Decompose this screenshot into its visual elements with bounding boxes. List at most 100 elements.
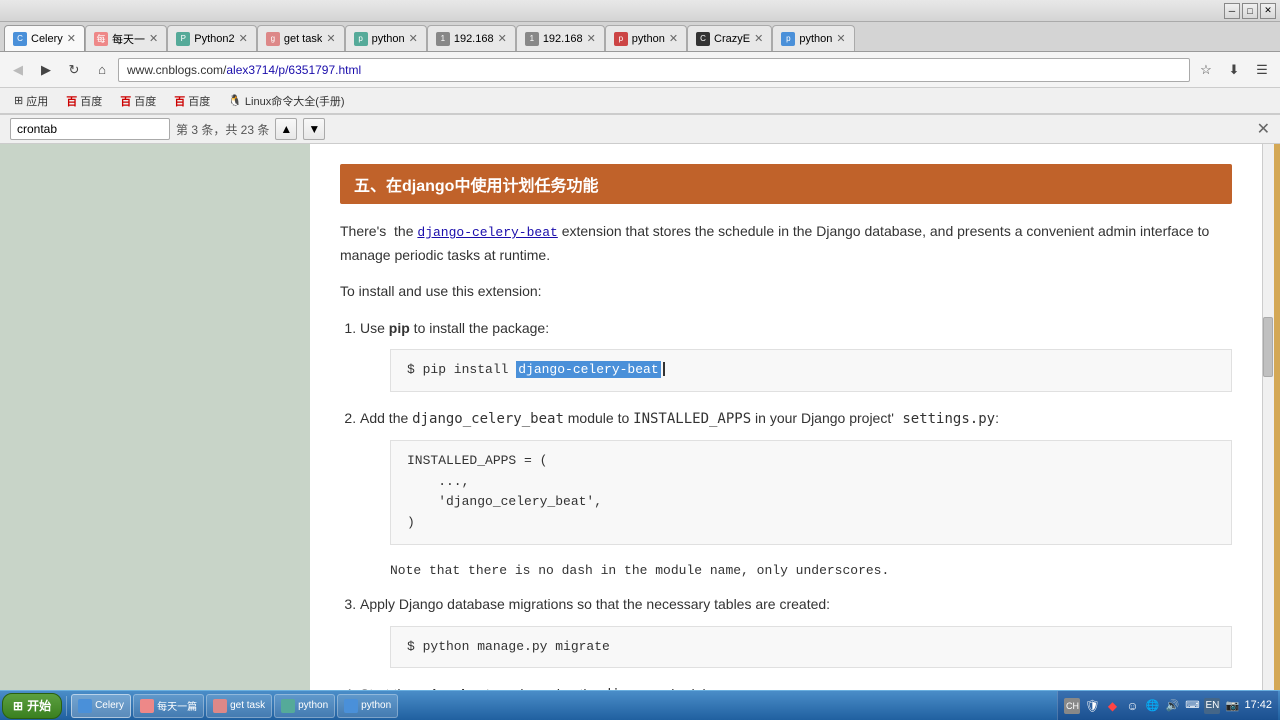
taskbar: ⊞ 开始 Celery 每天一篇 get task python python … bbox=[0, 690, 1280, 720]
bookmark-baidu2[interactable]: 百 百度 bbox=[112, 90, 164, 112]
tray-icon-camera[interactable]: 📷 bbox=[1224, 698, 1240, 714]
tab-meitianyi[interactable]: 每 每天一 ✕ bbox=[85, 25, 167, 51]
settings-button[interactable]: ☰ bbox=[1250, 58, 1274, 82]
install-text: To install and use this extension: bbox=[340, 283, 542, 299]
bookmark-baidu3[interactable]: 百 百度 bbox=[166, 90, 218, 112]
step2-settings-py: settings.py bbox=[894, 411, 995, 427]
tab-close-python3[interactable]: ✕ bbox=[409, 32, 418, 45]
tab-close-ip1[interactable]: ✕ bbox=[498, 32, 507, 45]
download-button[interactable]: ⬇ bbox=[1222, 58, 1246, 82]
tab-label-python3: python bbox=[372, 33, 405, 45]
step2-code-line1: INSTALLED_APPS = ( bbox=[407, 451, 1215, 472]
home-button[interactable]: ⌂ bbox=[90, 58, 114, 82]
maximize-button[interactable]: □ bbox=[1242, 3, 1258, 19]
step1-text-after: to install the package: bbox=[410, 320, 549, 336]
tab-bar: C Celery ✕ 每 每天一 ✕ P Python2 ✕ g get tas… bbox=[0, 22, 1280, 52]
tab-python3[interactable]: p python ✕ bbox=[345, 25, 427, 51]
bookmark-button[interactable]: ☆ bbox=[1194, 58, 1218, 82]
code-cursor bbox=[663, 362, 665, 376]
tab-label-python5: python bbox=[799, 33, 832, 45]
bookmark-apps-icon: ⊞ bbox=[14, 94, 23, 107]
tray-icon-security[interactable]: 🛡 bbox=[1084, 698, 1100, 714]
tab-close-celery[interactable]: ✕ bbox=[67, 32, 76, 45]
bookmark-apps[interactable]: ⊞ 应用 bbox=[6, 90, 56, 112]
tab-close-gettask[interactable]: ✕ bbox=[326, 32, 335, 45]
install-intro: To install and use this extension: bbox=[340, 280, 1232, 304]
tab-favicon-meitianyi: 每 bbox=[94, 32, 108, 46]
taskbar-label-python1: python bbox=[298, 700, 328, 711]
find-input[interactable] bbox=[10, 118, 170, 140]
tab-close-python2[interactable]: ✕ bbox=[239, 32, 248, 45]
address-bar[interactable]: www.cnblogs.com/alex3714/p/6351797.html bbox=[118, 58, 1190, 82]
word-that-step3: that bbox=[596, 596, 619, 612]
tab-close-crazye[interactable]: ✕ bbox=[754, 32, 763, 45]
step3-migrate-cmd: $ python manage.py migrate bbox=[407, 639, 610, 654]
tab-python5[interactable]: p python ✕ bbox=[772, 25, 854, 51]
tab-python2[interactable]: P Python2 ✕ bbox=[167, 25, 257, 51]
tray-icon-network[interactable]: 🌐 bbox=[1144, 698, 1160, 714]
taskbar-btn-python1[interactable]: python bbox=[274, 694, 335, 718]
tab-favicon-ip1: 1 bbox=[436, 32, 450, 46]
step2-text-end: : bbox=[995, 410, 999, 426]
tab-close-meitianyi[interactable]: ✕ bbox=[149, 32, 158, 45]
forward-button[interactable]: ▶ bbox=[34, 58, 58, 82]
tab-label-celery: Celery bbox=[31, 33, 63, 45]
taskbar-btn-celery[interactable]: Celery bbox=[71, 694, 131, 718]
tab-close-python5[interactable]: ✕ bbox=[836, 32, 845, 45]
tab-favicon-celery: C bbox=[13, 32, 27, 46]
tray-icon-smiley[interactable]: ☺ bbox=[1124, 698, 1140, 714]
content-area: 五、在django中使用计划任务功能 There's the django-ce… bbox=[0, 144, 1280, 720]
steps-list: Use pip to install the package: $ pip in… bbox=[360, 316, 1232, 709]
section-header: 五、在django中使用计划任务功能 bbox=[340, 164, 1232, 204]
right-scrollbar[interactable] bbox=[1262, 144, 1274, 720]
tray-icon-ch[interactable]: CH bbox=[1064, 698, 1080, 714]
taskbar-icon-gettask bbox=[213, 699, 227, 713]
django-celery-beat-link[interactable]: django-celery-beat bbox=[417, 225, 557, 240]
tab-celery[interactable]: C Celery ✕ bbox=[4, 25, 85, 51]
step2-code-line4: ) bbox=[407, 513, 1215, 534]
find-prev-button[interactable]: ▲ bbox=[275, 118, 297, 140]
tab-ip1[interactable]: 1 192.168 ✕ bbox=[427, 25, 516, 51]
address-text: www.cnblogs.com/alex3714/p/6351797.html bbox=[127, 63, 361, 77]
start-button[interactable]: ⊞ 开始 bbox=[2, 693, 62, 719]
section-title: 五、在django中使用计划任务功能 bbox=[354, 178, 598, 195]
tray-icon-lang[interactable]: EN bbox=[1204, 698, 1220, 714]
tray-icon-volume[interactable]: 🔊 bbox=[1164, 698, 1180, 714]
bookmark-baidu1[interactable]: 百 百度 bbox=[58, 90, 110, 112]
taskbar-icon-python1 bbox=[281, 699, 295, 713]
minimize-button[interactable]: ─ bbox=[1224, 3, 1240, 19]
tray-icon-keyboard[interactable]: ⌨ bbox=[1184, 698, 1200, 714]
tab-python4[interactable]: p python ✕ bbox=[605, 25, 687, 51]
tab-ip2[interactable]: 1 192.168 ✕ bbox=[516, 25, 605, 51]
taskbar-label-python2: python bbox=[361, 700, 391, 711]
tab-close-ip2[interactable]: ✕ bbox=[587, 32, 596, 45]
tab-favicon-python3: p bbox=[354, 32, 368, 46]
tab-favicon-crazye: C bbox=[696, 32, 710, 46]
taskbar-btn-python2[interactable]: python bbox=[337, 694, 398, 718]
tab-crazye[interactable]: C CrazyE ✕ bbox=[687, 25, 772, 51]
step2-code-block: INSTALLED_APPS = ( ..., 'django_celery_b… bbox=[390, 440, 1232, 545]
tab-gettask[interactable]: g get task ✕ bbox=[257, 25, 345, 51]
word-that: that bbox=[626, 223, 649, 239]
step-1: Use pip to install the package: $ pip in… bbox=[360, 316, 1232, 392]
main-content: 五、在django中使用计划任务功能 There's the django-ce… bbox=[310, 144, 1262, 720]
tab-label-crazye: CrazyE bbox=[714, 33, 750, 45]
bookmark-apps-label: 应用 bbox=[26, 93, 48, 109]
step2-installed-apps: INSTALLED_APPS bbox=[633, 411, 751, 427]
find-next-button[interactable]: ▼ bbox=[303, 118, 325, 140]
refresh-button[interactable]: ↻ bbox=[62, 58, 86, 82]
tab-close-python4[interactable]: ✕ bbox=[669, 32, 678, 45]
back-button[interactable]: ◀ bbox=[6, 58, 30, 82]
step3-text: Apply Django database migrations so bbox=[360, 596, 596, 612]
tray-icon-antivirus[interactable]: ◆ bbox=[1104, 698, 1120, 714]
taskbar-label-gettask: get task bbox=[230, 700, 265, 711]
scrollbar-thumb[interactable] bbox=[1263, 317, 1273, 377]
taskbar-btn-meitianyi[interactable]: 每天一篇 bbox=[133, 694, 204, 718]
bookmark-linux[interactable]: 🐧 Linux命令大全(手册) bbox=[220, 90, 352, 112]
find-close-button[interactable]: ✕ bbox=[1257, 119, 1270, 139]
baidu-icon-1: 百 bbox=[66, 93, 77, 109]
close-button[interactable]: ✕ bbox=[1260, 3, 1276, 19]
taskbar-icon-python2 bbox=[344, 699, 358, 713]
taskbar-btn-gettask[interactable]: get task bbox=[206, 694, 272, 718]
step2-text-before: Add the bbox=[360, 410, 412, 426]
